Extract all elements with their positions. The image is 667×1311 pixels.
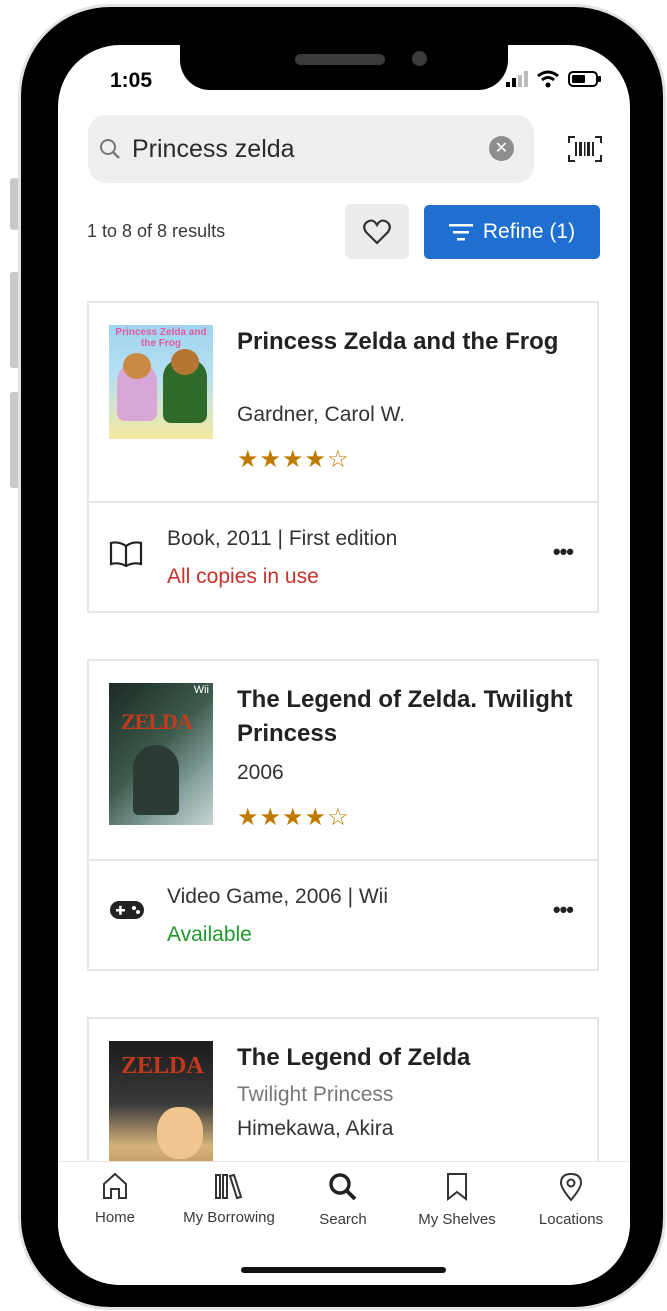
home-indicator[interactable] [241,1267,446,1273]
bookmark-icon [447,1173,467,1202]
cover-face [157,1107,203,1159]
speaker [295,54,385,65]
availability-status: All copies in use [167,565,319,588]
favorite-search-button[interactable] [345,204,409,259]
search-query[interactable]: Princess zelda [132,135,295,164]
status-time: 1:05 [110,69,153,92]
more-options-button[interactable]: ••• [553,897,574,923]
nav-locations[interactable]: Locations [516,1172,626,1228]
battery-icon [568,71,601,87]
clear-search-button[interactable]: ✕ [489,136,514,161]
rating-stars: ★★★★☆ [237,804,350,831]
nav-my-borrowing[interactable]: My Borrowing [174,1172,284,1226]
location-pin-icon [559,1172,583,1202]
more-options-button[interactable]: ••• [553,539,574,565]
result-title[interactable]: The Legend of Zelda [237,1041,577,1075]
result-subtitle: Twilight Princess [237,1083,394,1106]
status-icons [506,70,602,88]
result-author: Gardner, Carol W. [237,403,406,426]
signal-icon [506,71,528,87]
heart-icon [363,218,391,245]
rating-stars: ★★★★☆ [237,446,350,473]
cover-face-right [171,349,199,375]
result-card[interactable]: Princess Zelda and the Frog Princess Zel… [87,301,599,613]
home-icon [103,1172,127,1199]
cover-badge: Wii [193,684,209,696]
nav-search-label: Search [319,1211,367,1228]
availability-status: Available [167,923,252,946]
cover-title: Princess Zelda and the Frog [115,327,207,349]
format-row[interactable]: Book, 2011 | First edition All copies in… [89,503,597,611]
refine-button[interactable]: Refine (1) [424,205,600,259]
gamepad-icon [110,901,144,919]
cover-face-left [123,353,151,379]
app-screen: 1:05 Princess zelda ✕ 1 to 8 of 8 result… [58,45,630,1285]
close-circle-icon: ✕ [494,140,509,157]
format-text: Book, 2011 | First edition [167,527,398,550]
refine-label: Refine (1) [482,220,576,243]
results-count: 1 to 8 of 8 results [87,221,226,241]
result-title[interactable]: The Legend of Zelda. Twilight Princess [237,683,577,751]
nav-search[interactable]: Search [288,1172,398,1228]
barcode-scan-icon[interactable] [568,136,602,162]
nav-my-borrowing-label: My Borrowing [183,1209,275,1226]
search-icon [100,139,120,159]
books-icon [215,1173,243,1200]
wifi-icon [537,70,559,88]
cover-image[interactable]: Wii ZELDA [109,683,213,825]
nav-my-shelves-label: My Shelves [418,1211,496,1228]
nav-home-label: Home [94,1209,135,1226]
format-row[interactable]: Video Game, 2006 | Wii Available ••• [89,861,597,969]
search-input[interactable]: Princess zelda ✕ [88,115,534,183]
result-card[interactable]: ZELDA The Legend of Zelda Twilight Princ… [87,1017,599,1181]
search-icon [329,1173,357,1201]
cover-image[interactable]: ZELDA [109,1041,213,1181]
result-year: 2006 [237,761,284,784]
phone-frame: 1:05 Princess zelda ✕ 1 to 8 of 8 result… [18,4,666,1310]
format-text: Video Game, 2006 | Wii [167,885,389,908]
result-title[interactable]: Princess Zelda and the Frog [237,325,577,359]
front-camera [412,51,427,66]
result-card-summary[interactable]: Princess Zelda and the Frog Princess Zel… [89,303,597,503]
nav-my-shelves[interactable]: My Shelves [402,1172,512,1228]
filter-icon [448,224,473,241]
cover-image[interactable]: Princess Zelda and the Frog [109,325,213,439]
book-icon [109,541,143,567]
cover-title: ZELDA [121,1053,204,1079]
cover-figure [133,745,179,815]
nav-home[interactable]: Home [60,1172,170,1226]
result-author: Himekawa, Akira [237,1117,394,1140]
result-card[interactable]: Wii ZELDA The Legend of Zelda. Twilight … [87,659,599,971]
cover-title: ZELDA [121,709,193,734]
notch [180,45,508,90]
result-card-summary[interactable]: Wii ZELDA The Legend of Zelda. Twilight … [89,661,597,861]
nav-locations-label: Locations [538,1211,604,1228]
